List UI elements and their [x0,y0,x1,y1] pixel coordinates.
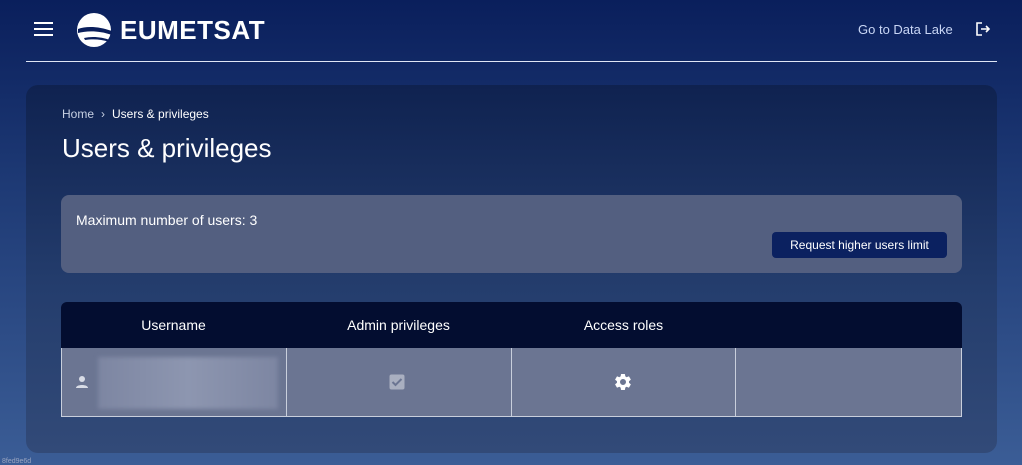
top-bar: EUMETSAT Go to Data Lake [0,0,1022,62]
column-header-empty [736,302,961,348]
column-header-access-roles: Access roles [583,317,664,333]
header-divider [26,61,997,62]
admin-privileges-cell [287,348,512,416]
menu-icon[interactable] [34,22,53,36]
table-header: Username Admin privileges Access roles [61,302,962,348]
breadcrumb: Home › Users & privileges [62,107,209,121]
table-row [61,348,962,417]
username-cell [62,348,287,416]
logo-globe-icon [77,13,112,47]
username-redacted [98,357,278,409]
max-users-text: Maximum number of users: 3 [76,212,258,228]
footer-id: 8fed9e6d [2,458,32,465]
users-table: Username Admin privileges Access roles [61,302,962,417]
actions-cell [736,348,961,416]
users-limit-panel: Maximum number of users: 3 Request highe… [61,195,962,273]
user-icon [76,376,88,388]
breadcrumb-home[interactable]: Home [62,107,94,121]
logout-icon[interactable] [975,21,991,37]
checkbox-checked-icon [389,374,405,390]
brand-name: EUMETSAT [120,15,266,45]
column-header-admin: Admin privileges [347,317,450,333]
access-roles-cell [512,348,737,416]
chevron-right-icon: › [101,107,106,121]
page-title: Users & privileges [62,133,272,163]
column-header-username: Username [141,317,206,333]
request-higher-limit-button[interactable]: Request higher users limit [772,232,947,258]
eumetsat-logo[interactable]: EUMETSAT [76,12,265,48]
go-to-data-lake-link[interactable]: Go to Data Lake [858,22,953,37]
main-card: Home › Users & privileges Users & privil… [26,85,997,453]
gear-icon[interactable] [613,372,633,392]
breadcrumb-current: Users & privileges [112,107,209,121]
